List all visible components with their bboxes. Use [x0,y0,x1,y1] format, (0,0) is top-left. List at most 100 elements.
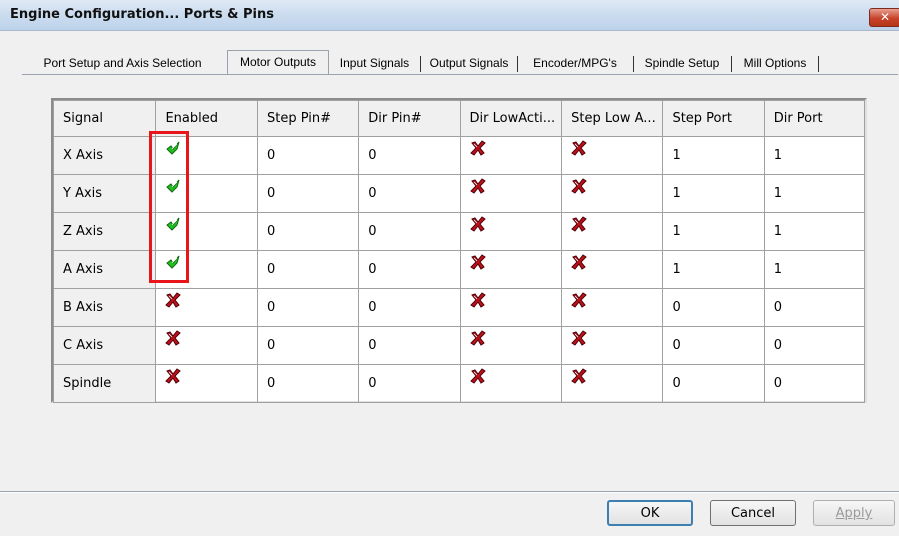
dialog-window: Engine Configuration... Ports & Pins ✕ P… [0,0,899,536]
tab-input-signals[interactable]: Input Signals [331,52,418,74]
step-low-active-cell[interactable] [561,250,664,289]
table-row[interactable]: Spindle 0 0 0 0 [52,364,866,403]
column-header[interactable]: Step Pin# [256,100,360,137]
signal-cell[interactable]: Y Axis [52,174,157,213]
enabled-highlight-box [149,131,189,283]
dir-low-active-cell[interactable] [459,212,563,251]
step-pin-cell[interactable]: 0 [256,174,360,213]
step-pin-cell[interactable]: 0 [256,288,360,327]
red-x-icon [571,292,587,308]
dir-pin-cell[interactable]: 0 [358,326,461,365]
red-x-icon [469,254,486,270]
ok-button[interactable]: OK [607,500,693,526]
tab-separator [731,56,732,72]
step-low-active-cell[interactable] [561,212,664,251]
close-button[interactable]: ✕ [869,8,899,27]
step-low-active-cell[interactable] [561,326,664,365]
enabled-cell[interactable] [155,288,258,327]
table-row[interactable]: B Axis 0 0 0 0 [52,288,866,327]
red-x-icon [469,330,486,346]
step-port-cell[interactable]: 1 [662,250,765,289]
step-port-cell[interactable]: 1 [662,212,765,251]
red-x-icon [165,292,182,308]
step-port-cell[interactable]: 0 [662,288,765,327]
red-x-icon [571,254,587,270]
tab-port-setup[interactable]: Port Setup and Axis Selection [22,52,223,74]
tab-separator [517,56,518,72]
signal-cell[interactable]: A Axis [52,250,157,289]
enabled-cell[interactable] [155,326,258,365]
step-port-cell[interactable]: 1 [662,136,765,175]
tab-motor-outputs[interactable]: Motor Outputs [227,50,329,75]
dir-port-cell[interactable]: 1 [763,212,866,251]
signal-cell[interactable]: Spindle [52,364,157,403]
dir-low-active-cell[interactable] [459,136,563,175]
dir-pin-cell[interactable]: 0 [358,136,461,175]
column-header[interactable]: Dir Port [763,100,866,137]
red-x-icon [571,368,587,384]
dir-low-active-cell[interactable] [459,364,563,403]
dir-pin-cell[interactable]: 0 [358,174,461,213]
tab-mill-options[interactable]: Mill Options [733,52,817,74]
step-low-active-cell[interactable] [561,364,664,403]
red-x-icon [469,140,486,156]
red-x-icon [165,330,182,346]
dir-pin-cell[interactable]: 0 [358,250,461,289]
column-header[interactable]: Step Port [662,100,765,137]
apply-button[interactable]: Apply [813,500,895,526]
step-port-cell[interactable]: 0 [662,364,765,403]
tab-separator [818,56,819,72]
cancel-button[interactable]: Cancel [710,500,796,526]
red-x-icon [469,216,486,232]
step-pin-cell[interactable]: 0 [256,364,360,403]
window-title: Engine Configuration... Ports & Pins [10,7,274,22]
dir-low-active-cell[interactable] [459,250,563,289]
dir-port-cell[interactable]: 1 [763,174,866,213]
dir-pin-cell[interactable]: 0 [358,364,461,403]
signal-cell[interactable]: B Axis [52,288,157,327]
step-low-active-cell[interactable] [561,288,664,327]
dir-port-cell[interactable]: 0 [763,326,866,365]
dir-port-cell[interactable]: 0 [763,288,866,327]
divider [0,492,899,493]
tab-separator [633,56,634,72]
dir-low-active-cell[interactable] [459,326,563,365]
red-x-icon [469,178,486,194]
dir-low-active-cell[interactable] [459,174,563,213]
red-x-icon [469,368,486,384]
dir-pin-cell[interactable]: 0 [358,212,461,251]
step-low-active-cell[interactable] [561,136,664,175]
table-row[interactable]: C Axis 0 0 0 0 [52,326,866,365]
enabled-cell[interactable] [155,364,258,403]
column-header[interactable]: Signal [52,100,157,137]
signal-cell[interactable]: X Axis [52,136,157,175]
column-header[interactable]: Step Low A... [561,100,664,137]
dir-port-cell[interactable]: 1 [763,136,866,175]
tab-output-signals[interactable]: Output Signals [423,52,515,74]
step-low-active-cell[interactable] [561,174,664,213]
dir-low-active-cell[interactable] [459,288,563,327]
tab-separator [420,56,421,72]
step-pin-cell[interactable]: 0 [256,250,360,289]
red-x-icon [165,368,182,384]
dir-port-cell[interactable]: 0 [763,364,866,403]
tab-encoder-mpg[interactable]: Encoder/MPG's [519,52,631,74]
step-port-cell[interactable]: 0 [662,326,765,365]
step-port-cell[interactable]: 1 [662,174,765,213]
red-x-icon [571,140,587,156]
red-x-icon [469,292,486,308]
dir-port-cell[interactable]: 1 [763,250,866,289]
red-x-icon [571,330,587,346]
column-header[interactable]: Dir Pin# [358,100,461,137]
step-pin-cell[interactable]: 0 [256,326,360,365]
red-x-icon [571,216,587,232]
step-pin-cell[interactable]: 0 [256,212,360,251]
title-bar[interactable]: Engine Configuration... Ports & Pins ✕ [0,0,899,31]
red-x-icon [571,178,587,194]
column-header[interactable]: Dir LowActi... [459,100,563,137]
signal-cell[interactable]: C Axis [52,326,157,365]
signal-cell[interactable]: Z Axis [52,212,157,251]
step-pin-cell[interactable]: 0 [256,136,360,175]
dir-pin-cell[interactable]: 0 [358,288,461,327]
tab-spindle-setup[interactable]: Spindle Setup [635,52,729,74]
